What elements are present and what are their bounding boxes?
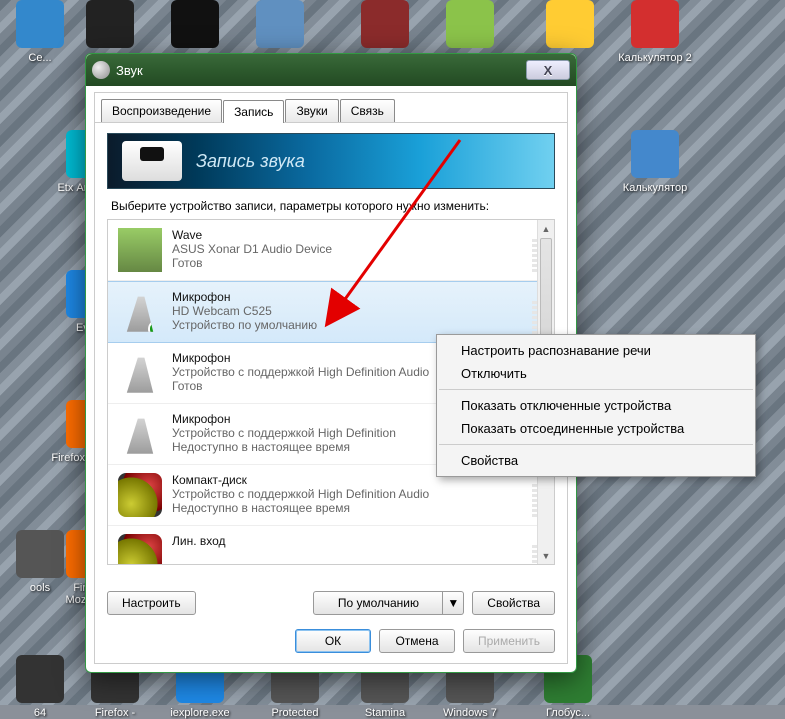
desktop-icon[interactable]: Калькулятор 2	[615, 0, 695, 64]
device-sub1: Устройство с поддержкой High Definition …	[172, 365, 429, 379]
default-dropdown[interactable]: По умолчанию ▼	[313, 591, 464, 615]
device-row[interactable]: Лин. вход	[108, 526, 554, 565]
icon-label: Ce...	[0, 52, 80, 64]
menu-item[interactable]: Настроить распознавание речи	[437, 339, 755, 362]
app-icon	[171, 0, 219, 48]
device-icon	[118, 412, 162, 456]
app-icon	[546, 0, 594, 48]
device-text: Лин. вход	[172, 534, 226, 548]
context-menu: Настроить распознавание речиОтключить Пок…	[436, 334, 756, 477]
device-title: Лин. вход	[172, 534, 226, 548]
device-title: Микрофон	[172, 351, 429, 365]
device-text: Компакт-дискУстройство с поддержкой High…	[172, 473, 429, 515]
device-text: МикрофонУстройство с поддержкой High Def…	[172, 412, 396, 454]
desktop-icon[interactable]: Ce...	[0, 0, 80, 64]
close-button[interactable]: X	[526, 60, 570, 80]
device-sub1: Устройство с поддержкой High Definition	[172, 426, 396, 440]
device-text: МикрофонУстройство с поддержкой High Def…	[172, 351, 429, 393]
app-icon	[361, 0, 409, 48]
app-icon	[86, 0, 134, 48]
cancel-button[interactable]: Отмена	[379, 629, 455, 653]
icon-label: Stamina	[345, 707, 425, 719]
tab-strip: ВоспроизведениеЗаписьЗвукиСвязь	[95, 93, 567, 123]
device-text: WaveASUS Xonar D1 Audio DeviceГотов	[172, 228, 332, 270]
menu-item[interactable]: Свойства	[437, 449, 755, 472]
desktop-icon[interactable]: Калькулятор	[615, 130, 695, 194]
device-sub2: Готов	[172, 379, 429, 393]
desktop-icon[interactable]: 64	[0, 655, 80, 719]
tab-Звуки[interactable]: Звуки	[285, 99, 338, 122]
device-sub2: Недоступно в настоящее время	[172, 440, 396, 454]
chevron-down-icon[interactable]: ▼	[443, 591, 464, 615]
icon-label: 64	[0, 707, 80, 719]
app-icon	[16, 0, 64, 48]
apply-button[interactable]: Применить	[463, 629, 555, 653]
dialog-buttons: ОК Отмена Применить	[107, 629, 555, 653]
default-check-icon	[148, 320, 166, 338]
device-sub1: HD Webcam C525	[172, 304, 317, 318]
device-title: Wave	[172, 228, 332, 242]
desktop-icon[interactable]	[530, 0, 610, 52]
device-icon	[118, 534, 162, 565]
configure-button[interactable]: Настроить	[107, 591, 196, 615]
action-row: Настроить По умолчанию ▼ Свойства	[107, 591, 555, 615]
device-sub2: Устройство по умолчанию	[172, 318, 317, 332]
device-icon	[118, 228, 162, 272]
titlebar[interactable]: Звук X	[86, 54, 576, 86]
instruction-text: Выберите устройство записи, параметры ко…	[111, 199, 551, 213]
menu-item[interactable]: Показать отключенные устройства	[437, 394, 755, 417]
device-sub1: Устройство с поддержкой High Definition …	[172, 487, 429, 501]
device-title: Компакт-диск	[172, 473, 429, 487]
icon-label: Protected	[255, 707, 335, 719]
tab-Воспроизведение[interactable]: Воспроизведение	[101, 99, 222, 122]
desktop-icon[interactable]	[155, 0, 235, 52]
device-sub2: Готов	[172, 256, 332, 270]
menu-separator	[439, 444, 753, 445]
desktop-icon[interactable]	[430, 0, 510, 52]
menu-item[interactable]: Показать отсоединенные устройства	[437, 417, 755, 440]
banner-text: Запись звука	[196, 151, 305, 172]
window-title: Звук	[116, 63, 143, 78]
default-button[interactable]: По умолчанию	[313, 591, 443, 615]
scroll-down-icon[interactable]: ▼	[538, 547, 554, 564]
device-title: Микрофон	[172, 412, 396, 426]
ok-button[interactable]: ОК	[295, 629, 371, 653]
device-text: МикрофонHD Webcam C525Устройство по умол…	[172, 290, 317, 332]
device-sub1: ASUS Xonar D1 Audio Device	[172, 242, 332, 256]
icon-label: Firefox -	[75, 707, 155, 719]
device-icon	[118, 473, 162, 517]
app-icon	[16, 655, 64, 703]
icon-label: Калькулятор 2	[615, 52, 695, 64]
icon-label: Калькулятор	[615, 182, 695, 194]
device-sub2: Недоступно в настоящее время	[172, 501, 429, 515]
device-icon	[118, 290, 162, 334]
app-icon	[631, 0, 679, 48]
icon-label: Windows 7	[430, 707, 510, 719]
device-row[interactable]: WaveASUS Xonar D1 Audio DeviceГотов	[108, 220, 554, 281]
recorder-icon	[122, 141, 182, 181]
device-title: Микрофон	[172, 290, 317, 304]
menu-separator	[439, 389, 753, 390]
icon-label: iexplore.exe	[160, 707, 240, 719]
device-icon	[118, 351, 162, 395]
app-icon	[446, 0, 494, 48]
desktop-icon[interactable]	[345, 0, 425, 52]
scroll-up-icon[interactable]: ▲	[538, 220, 554, 237]
app-icon	[256, 0, 304, 48]
properties-button[interactable]: Свойства	[472, 591, 555, 615]
icon-label: Глобус...	[528, 707, 608, 719]
menu-item[interactable]: Отключить	[437, 362, 755, 385]
app-icon	[631, 130, 679, 178]
tab-Запись[interactable]: Запись	[223, 100, 284, 123]
sound-icon	[92, 61, 110, 79]
desktop-icon[interactable]	[240, 0, 320, 52]
tab-Связь[interactable]: Связь	[340, 99, 395, 122]
banner: Запись звука	[107, 133, 555, 189]
